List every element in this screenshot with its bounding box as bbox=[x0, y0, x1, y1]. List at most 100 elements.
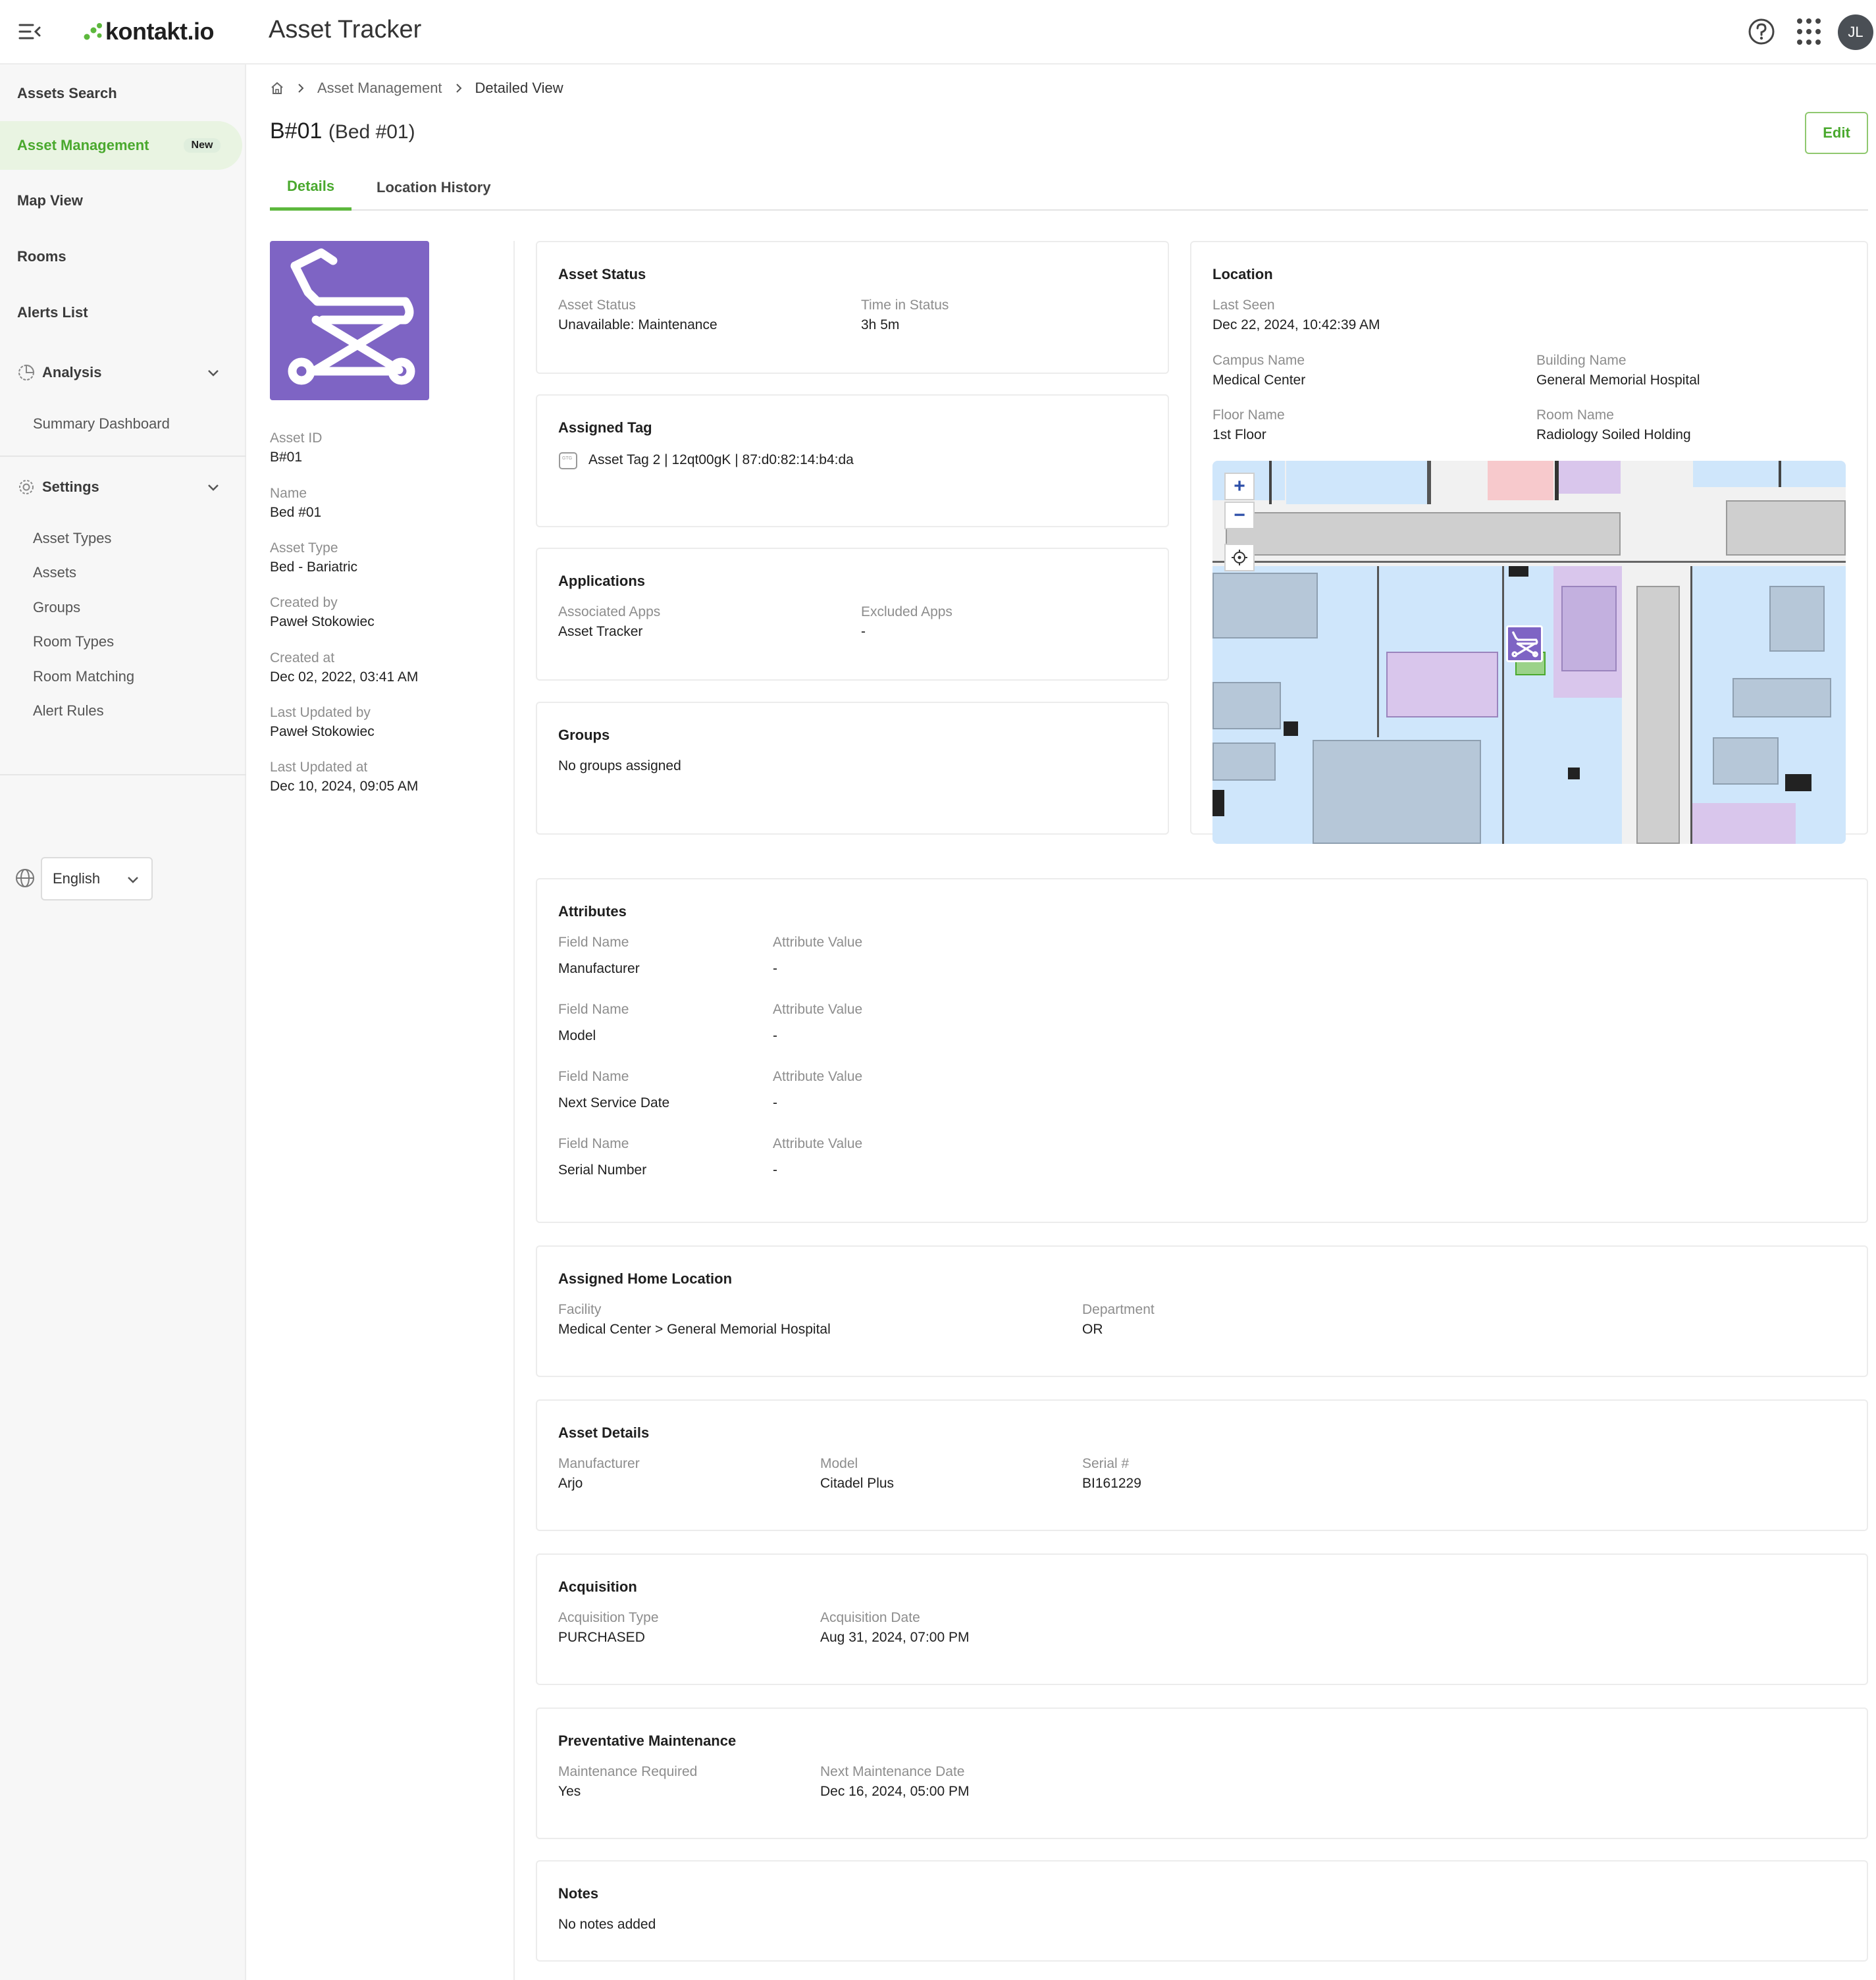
field-value: Radiology Soiled Holding bbox=[1536, 427, 1691, 442]
asset-type-field: Asset Type Bed - Bariatric bbox=[270, 539, 357, 577]
map-room bbox=[1313, 740, 1481, 844]
field-label: Room Name bbox=[1536, 407, 1614, 423]
crosshair-icon bbox=[1232, 550, 1247, 565]
help-icon[interactable] bbox=[1747, 17, 1776, 46]
campus-field: Campus Name Medical Center bbox=[1212, 352, 1305, 391]
status-field: Asset Status Unavailable: Maintenance bbox=[558, 296, 717, 336]
tab-location-history[interactable]: Location History bbox=[359, 165, 508, 211]
field-label: Name bbox=[270, 486, 307, 501]
sidebar-item-rooms[interactable]: Rooms bbox=[0, 232, 242, 281]
sidebar-item-groups[interactable]: Groups bbox=[33, 594, 80, 621]
field-value: Dec 10, 2024, 09:05 AM bbox=[270, 779, 419, 794]
field-label: Department bbox=[1082, 1302, 1155, 1317]
field-value: Asset Tracker bbox=[558, 624, 643, 639]
card-title: Asset Details bbox=[558, 1424, 650, 1441]
map-wall bbox=[1779, 461, 1781, 487]
applications-card: Applications Associated Apps Asset Track… bbox=[536, 548, 1169, 681]
attribute-row: Field Name Serial Number bbox=[558, 1135, 646, 1181]
map-room bbox=[1733, 678, 1831, 717]
field-value: Paweł Stokowiec bbox=[270, 614, 375, 629]
attribute-row: Attribute Value - bbox=[773, 1001, 862, 1047]
sidebar-item-room-types[interactable]: Room Types bbox=[33, 629, 114, 655]
tag-value[interactable]: Asset Tag 2 | 12qt00gK | 87:d0:82:14:b4:… bbox=[588, 452, 854, 468]
asset-map-marker[interactable] bbox=[1506, 625, 1543, 662]
analysis-icon bbox=[18, 364, 35, 380]
map-room bbox=[1286, 461, 1431, 504]
tab-bar: Details Location History bbox=[270, 165, 1868, 211]
app-launcher-icon[interactable] bbox=[1796, 17, 1822, 46]
attribute-row: Attribute Value - bbox=[773, 933, 862, 979]
user-avatar[interactable]: JL bbox=[1838, 14, 1873, 50]
field-label: Attribute Value bbox=[773, 1136, 863, 1151]
sidebar-item-alert-rules[interactable]: Alert Rules bbox=[33, 698, 104, 724]
sidebar-item-map-view[interactable]: Map View bbox=[0, 176, 242, 225]
attribute-name: Manufacturer bbox=[558, 961, 640, 976]
field-value: PURCHASED bbox=[558, 1630, 645, 1645]
bed-marker-icon bbox=[1511, 631, 1538, 658]
sidebar-item-asset-types[interactable]: Asset Types bbox=[33, 525, 111, 552]
sidebar-item-asset-management[interactable]: Asset Management New bbox=[0, 121, 242, 170]
attribute-name: Serial Number bbox=[558, 1162, 647, 1178]
associated-apps-field: Associated Apps Asset Tracker bbox=[558, 603, 660, 642]
locate-button[interactable] bbox=[1224, 544, 1255, 571]
map-corridor bbox=[1636, 586, 1680, 844]
gear-icon bbox=[19, 480, 34, 494]
field-label: Asset Type bbox=[270, 540, 338, 556]
field-label: Created by bbox=[270, 595, 338, 610]
sidebar-group-settings[interactable]: Settings bbox=[0, 466, 242, 508]
language-select[interactable]: English bbox=[41, 857, 153, 900]
sidebar-item-alerts-list[interactable]: Alerts List bbox=[0, 288, 242, 337]
sidebar-item-assets-search[interactable]: Assets Search bbox=[0, 69, 242, 118]
map-wall bbox=[1212, 561, 1846, 563]
top-bar: kontakt.io Asset Tracker JL bbox=[0, 0, 1876, 65]
field-value: 3h 5m bbox=[861, 317, 900, 332]
map-wall bbox=[1269, 461, 1272, 504]
field-value: Aug 31, 2024, 07:00 PM bbox=[820, 1630, 970, 1645]
zoom-in-button[interactable]: + bbox=[1224, 473, 1255, 500]
sidebar-item-assets[interactable]: Assets bbox=[33, 560, 76, 586]
sidebar-item-label: Alerts List bbox=[17, 304, 88, 321]
field-label: Asset Status bbox=[558, 298, 636, 313]
asset-id-field: Asset ID B#01 bbox=[270, 429, 322, 467]
card-title: Groups bbox=[558, 727, 610, 743]
field-value: OR bbox=[1082, 1322, 1103, 1337]
floor-map[interactable]: + − bbox=[1212, 461, 1846, 844]
asset-type-image bbox=[270, 241, 429, 400]
field-label: Model bbox=[820, 1456, 858, 1471]
created-at-field: Created at Dec 02, 2022, 03:41 AM bbox=[270, 649, 418, 687]
kontakt-logo[interactable]: kontakt.io bbox=[83, 16, 215, 47]
zoom-out-button[interactable]: − bbox=[1224, 502, 1255, 529]
field-value: Bed #01 bbox=[270, 505, 322, 520]
sidebar-item-summary-dashboard[interactable]: Summary Dashboard bbox=[33, 411, 170, 437]
logo-mark-icon bbox=[84, 23, 102, 40]
excluded-apps-field: Excluded Apps - bbox=[861, 603, 952, 642]
field-value: Dec 16, 2024, 05:00 PM bbox=[820, 1784, 970, 1799]
field-label: Floor Name bbox=[1212, 407, 1285, 423]
map-room bbox=[1713, 737, 1779, 785]
map-wall bbox=[1377, 566, 1379, 737]
field-label: Asset ID bbox=[270, 430, 323, 446]
home-icon[interactable] bbox=[270, 81, 284, 95]
serial-field: Serial # BI161229 bbox=[1082, 1455, 1141, 1494]
map-wall bbox=[1212, 790, 1224, 816]
breadcrumb: Asset Management Detailed View bbox=[270, 78, 563, 99]
tab-details[interactable]: Details bbox=[270, 165, 352, 211]
collapse-menu-icon[interactable] bbox=[18, 21, 42, 42]
field-value: Unavailable: Maintenance bbox=[558, 317, 717, 332]
attributes-card: Attributes Field Name Manufacturer Attri… bbox=[536, 878, 1868, 1223]
attribute-value: - bbox=[773, 1162, 777, 1178]
edit-button[interactable]: Edit bbox=[1805, 112, 1868, 154]
field-label: Field Name bbox=[558, 1136, 629, 1151]
sidebar-item-room-matching[interactable]: Room Matching bbox=[33, 664, 134, 690]
field-value: Dec 02, 2022, 03:41 AM bbox=[270, 669, 419, 685]
manufacturer-field: Manufacturer Arjo bbox=[558, 1455, 640, 1494]
field-label: Facility bbox=[558, 1302, 602, 1317]
field-value: Medical Center bbox=[1212, 373, 1306, 388]
sidebar-group-analysis[interactable]: Analysis bbox=[0, 352, 242, 394]
field-value: - bbox=[861, 624, 866, 639]
field-value: B#01 bbox=[270, 450, 303, 465]
notes-card: Notes No notes added bbox=[536, 1860, 1868, 1962]
field-value: BI161229 bbox=[1082, 1476, 1141, 1491]
chevron-right-icon bbox=[456, 84, 461, 93]
breadcrumb-asset-management[interactable]: Asset Management bbox=[317, 80, 442, 97]
